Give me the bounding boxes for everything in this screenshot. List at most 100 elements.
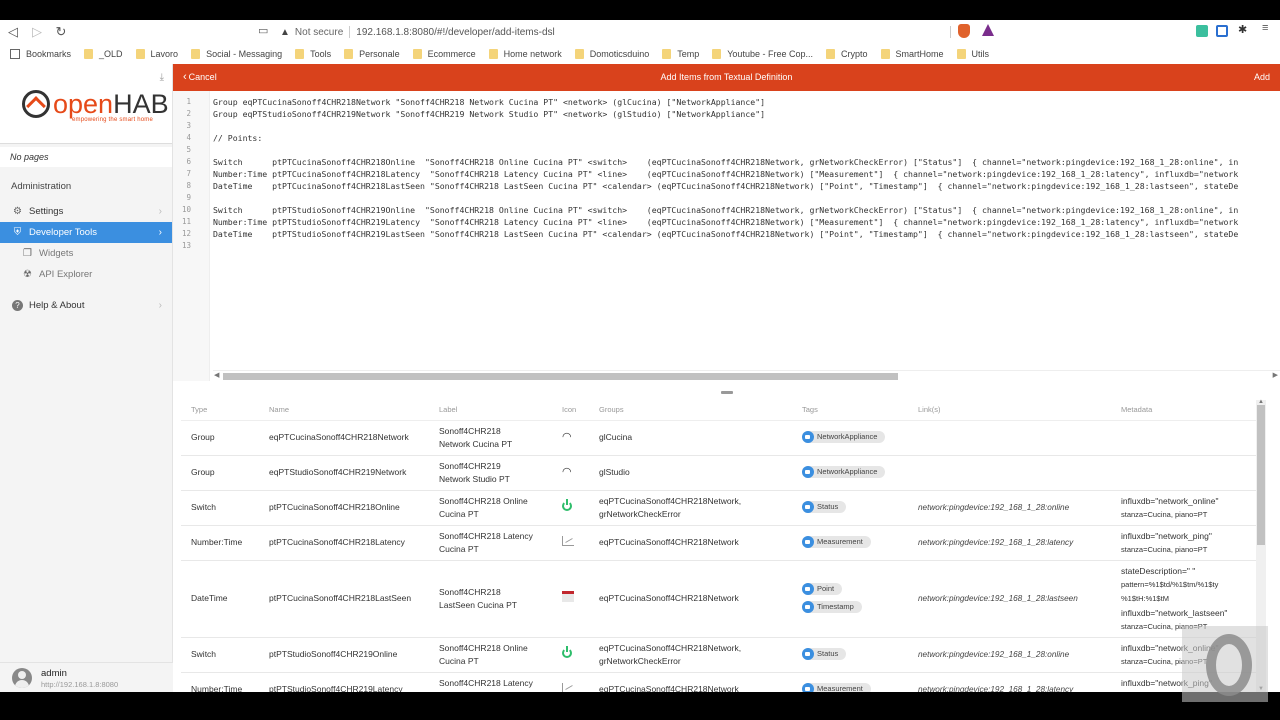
extension-icon[interactable] bbox=[1216, 25, 1228, 37]
extensions-puzzle-icon[interactable]: ✱ bbox=[1238, 23, 1250, 36]
label-line: Sonoff4CHR218 Latency bbox=[439, 530, 533, 541]
bookmark-folder[interactable]: Personale bbox=[344, 49, 400, 59]
code-line[interactable]: Switch ptPTCucinaSonoff4CHR218Online "So… bbox=[213, 156, 1280, 168]
bookmark-folder[interactable]: Crypto bbox=[825, 49, 868, 59]
folder-icon bbox=[712, 49, 722, 59]
table-row[interactable]: Switch ptPTCucinaSonoff4CHR218Online Sonof… bbox=[181, 490, 1263, 526]
panel-resize-handle[interactable] bbox=[721, 391, 733, 394]
pin-icon[interactable]: ⤓ bbox=[160, 72, 164, 83]
bookmark-page-icon[interactable]: ▭ bbox=[258, 24, 268, 37]
scrollbar-thumb[interactable] bbox=[223, 373, 898, 380]
tag-label: Timestamp bbox=[817, 602, 854, 611]
bookmark-folder[interactable]: Tools bbox=[295, 49, 331, 59]
bookmark-label: Temp bbox=[677, 49, 700, 59]
logo-area: ⤓ openHAB empowering the smart home bbox=[0, 64, 172, 144]
code-line[interactable]: Switch ptPTStudioSonoff4CHR219Online "So… bbox=[213, 204, 1280, 216]
code-line[interactable]: DateTime ptPTStudioSonoff4CHR219LastSeen… bbox=[213, 228, 1280, 240]
add-button[interactable]: Add bbox=[1254, 72, 1270, 82]
code-line[interactable]: DateTime ptPTCucinaSonoff4CHR218LastSeen… bbox=[213, 180, 1280, 192]
label-line: Sonoff4CHR218 Online bbox=[439, 642, 528, 653]
user-profile[interactable]: admin http://192.168.1.8:8080 bbox=[0, 662, 173, 692]
power-icon bbox=[562, 498, 572, 511]
table-row[interactable]: Group eqPTCucinaSonoff4CHR218Network Sonof… bbox=[181, 420, 1263, 456]
metadata-value: influxdb="network_online" bbox=[1121, 495, 1219, 506]
window-top-bar bbox=[0, 0, 1280, 20]
label-line: Network Cucina PT bbox=[439, 438, 513, 449]
folder-icon bbox=[191, 49, 201, 59]
bookmark-label: Domoticsduino bbox=[589, 49, 650, 59]
code-line[interactable]: Group eqPTStudioSonoff4CHR219Network "So… bbox=[213, 108, 1280, 120]
brave-shield-icon[interactable] bbox=[958, 24, 970, 38]
code-line[interactable] bbox=[213, 120, 1280, 132]
folder-icon bbox=[488, 49, 498, 59]
sidebar-item-developer-tools[interactable]: ⛨ Developer Tools › bbox=[0, 222, 172, 243]
bookmark-folder[interactable]: Temp bbox=[662, 49, 699, 59]
forward-icon[interactable]: ▷ bbox=[26, 21, 48, 43]
code-line[interactable]: // Points: bbox=[213, 132, 1280, 144]
label-line: Sonoff4CHR218 Latency bbox=[439, 677, 533, 688]
tag-chip: Point bbox=[802, 582, 843, 595]
sidebar-item-settings[interactable]: ⚙ Settings › bbox=[0, 201, 172, 222]
bookmark-folder[interactable]: Youtube - Free Cop... bbox=[712, 49, 813, 59]
table-row[interactable]: Number:Time ptPTStudioSonoff4CHR219Latenc… bbox=[181, 672, 1263, 692]
bookmark-label: Home network bbox=[503, 49, 562, 59]
cell-tags: Status bbox=[792, 490, 908, 526]
extension-icon[interactable] bbox=[1196, 25, 1208, 37]
line-number: 10 bbox=[181, 205, 191, 214]
table-row[interactable]: Group eqPTStudioSonoff4CHR219Network Sonof… bbox=[181, 455, 1263, 491]
column-header: Tags bbox=[792, 400, 908, 421]
reload-icon[interactable]: ↻ bbox=[50, 21, 72, 43]
window-bottom-bar bbox=[0, 692, 1280, 720]
table-row[interactable]: DateTime ptPTCucinaSonoff4CHR218LastSeen S… bbox=[181, 560, 1263, 638]
address-bar[interactable]: ▲ Not secure 192.168.1.8:8080/#!/develop… bbox=[280, 22, 980, 42]
cell-icon bbox=[552, 560, 589, 638]
openhab-logo[interactable]: openHAB bbox=[22, 90, 169, 118]
line-chart-icon bbox=[562, 535, 574, 546]
cell-type: Switch bbox=[181, 637, 259, 673]
bookmark-label: Youtube - Free Cop... bbox=[727, 49, 813, 59]
sidebar-item-api-explorer[interactable]: ☢ API Explorer bbox=[0, 264, 172, 285]
scroll-left-icon[interactable]: ◀ bbox=[214, 371, 219, 379]
metadata-value: influxdb="network_ping" bbox=[1121, 530, 1212, 541]
folder-icon bbox=[84, 49, 94, 59]
cell-tags: Status bbox=[792, 637, 908, 673]
tag-icon bbox=[802, 600, 814, 613]
code-line[interactable]: Number:Time ptPTStudioSonoff4CHR219Laten… bbox=[213, 216, 1280, 228]
column-header: Metadata bbox=[1111, 400, 1263, 421]
bookmark-folder[interactable]: Domoticsduino bbox=[574, 49, 650, 59]
column-header: Groups bbox=[589, 400, 792, 421]
code-line[interactable] bbox=[213, 192, 1280, 204]
bookmark-folder[interactable]: Lavoro bbox=[135, 49, 178, 59]
scroll-right-icon[interactable]: ▶ bbox=[1273, 371, 1278, 379]
logo-tagline: empowering the smart home bbox=[72, 117, 154, 123]
bookmark-folder[interactable]: SmartHome bbox=[880, 49, 944, 59]
cell-groups: eqPTCucinaSonoff4CHR218Network bbox=[589, 525, 792, 561]
cell-label: Sonoff4CHR218 LatencyCucina PT bbox=[429, 672, 552, 692]
sidebar-item-widgets[interactable]: ❐ Widgets bbox=[0, 243, 172, 264]
code-line[interactable] bbox=[213, 240, 1280, 252]
bookmark-folder[interactable]: _OLD bbox=[84, 49, 123, 59]
table-row[interactable]: Switch ptPTStudioSonoff4CHR219Online Sonof… bbox=[181, 637, 1263, 673]
code-editor[interactable]: 1 2 3 4 5 6 7 8 9 10 11 12 13 Group eqPTCucinaSonoff… bbox=[173, 91, 1280, 381]
tag-chip: NetworkAppliance bbox=[802, 430, 886, 443]
back-icon[interactable]: ◁ bbox=[2, 21, 24, 43]
menu-icon[interactable]: ≡ bbox=[1262, 22, 1274, 34]
horizontal-scrollbar[interactable]: ◀ ▶ bbox=[213, 370, 1280, 380]
code-line[interactable] bbox=[213, 144, 1280, 156]
code-line[interactable]: Group eqPTCucinaSonoff4CHR218Network "So… bbox=[213, 96, 1280, 108]
bookmarks-menu[interactable]: Bookmarks bbox=[10, 49, 71, 59]
cell-metadata: influxdb="network_online" stanza=Cucina, … bbox=[1111, 490, 1263, 526]
bookmark-folder[interactable]: Home network bbox=[488, 49, 562, 59]
scrollbar-thumb[interactable] bbox=[1257, 405, 1265, 545]
brave-rewards-icon[interactable] bbox=[982, 24, 994, 36]
sidebar-item-help-about[interactable]: ? Help & About › bbox=[0, 295, 172, 316]
cell-tags: Measurement bbox=[792, 525, 908, 561]
code-content[interactable]: Group eqPTCucinaSonoff4CHR218Network "So… bbox=[213, 96, 1280, 252]
cell-type: Group bbox=[181, 455, 259, 491]
code-line[interactable]: Number:Time ptPTCucinaSonoff4CHR218Laten… bbox=[213, 168, 1280, 180]
bookmark-folder[interactable]: Utils bbox=[956, 49, 989, 59]
metadata-value: stateDescription=" " bbox=[1121, 565, 1196, 576]
bookmark-folder[interactable]: Social - Messaging bbox=[191, 49, 282, 59]
bookmark-folder[interactable]: Ecommerce bbox=[412, 49, 476, 59]
table-row[interactable]: Number:Time ptPTCucinaSonoff4CHR218Latenc… bbox=[181, 525, 1263, 561]
